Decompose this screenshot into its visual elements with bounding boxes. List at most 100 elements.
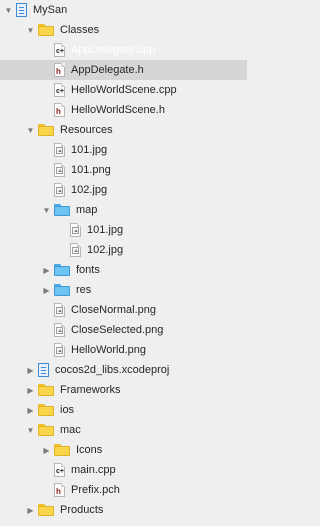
navigator-item-label: 101.jpg (71, 144, 108, 156)
cpp-file-icon: c+ (54, 43, 65, 57)
navigator-row[interactable]: ▼ map (0, 200, 247, 220)
image-file-icon (54, 143, 65, 157)
navigator-item-label: AppDelegate.cpp (71, 44, 156, 56)
navigator-row[interactable]: ▶ cocos2d_libs.xcodeproj (0, 360, 247, 380)
navigator-row[interactable]: CloseSelected.png (0, 320, 247, 340)
navigator-row[interactable]: 102.jpg (0, 240, 247, 260)
disclosure-collapsed-icon[interactable]: ▶ (42, 266, 51, 275)
navigator-row[interactable]: h Prefix.pch (0, 480, 247, 500)
navigator-item-label: Frameworks (60, 384, 121, 396)
yellow-folder-icon (38, 24, 54, 36)
navigator-item-label: Prefix.pch (71, 484, 120, 496)
navigator-item-label: fonts (76, 264, 100, 276)
navigator-item-label: AppDelegate.h (71, 64, 144, 76)
disclosure-expanded-icon[interactable]: ▼ (4, 6, 13, 15)
yellow-folder-icon (54, 444, 70, 456)
yellow-folder-icon (38, 124, 54, 136)
navigator-item-label: Products (60, 504, 104, 516)
navigator-item-label: MySan (33, 4, 68, 16)
navigator-item-label: mac (60, 424, 81, 436)
project-navigator: ▼ MySan ▼ Classes c+ AppDelegate.cpp h AppDeleg… (0, 0, 247, 526)
blue-folder-icon (54, 284, 70, 296)
navigator-row[interactable]: h HelloWorldScene.h (0, 100, 247, 120)
header-file-icon: h (54, 103, 65, 117)
disclosure-collapsed-icon[interactable]: ▶ (26, 506, 35, 515)
navigator-item-label: 102.jpg (87, 244, 124, 256)
navigator-row[interactable]: HelloWorld.png (0, 340, 247, 360)
image-file-icon (54, 163, 65, 177)
navigator-row[interactable]: ▼ MySan (0, 0, 247, 20)
xcode-project-icon (16, 3, 27, 17)
navigator-item-label: map (76, 204, 98, 216)
navigator-row[interactable]: 101.jpg (0, 220, 247, 240)
navigator-row[interactable]: CloseNormal.png (0, 300, 247, 320)
navigator-item-label: 102.jpg (71, 184, 108, 196)
navigator-row[interactable]: c+ HelloWorldScene.cpp (0, 80, 247, 100)
navigator-row[interactable]: 101.jpg (0, 140, 247, 160)
navigator-row[interactable]: 101.png (0, 160, 247, 180)
navigator-item-label: res (76, 284, 92, 296)
navigator-item-label: HelloWorldScene.cpp (71, 84, 177, 96)
disclosure-collapsed-icon[interactable]: ▶ (26, 386, 35, 395)
navigator-row[interactable]: ▶ Products (0, 500, 247, 520)
image-file-icon (54, 303, 65, 317)
navigator-item-label: CloseSelected.png (71, 324, 164, 336)
image-file-icon (54, 343, 65, 357)
navigator-item-label: Resources (60, 124, 113, 136)
disclosure-collapsed-icon[interactable]: ▶ (26, 366, 35, 375)
navigator-item-label: ios (60, 404, 75, 416)
navigator-item-label: Classes (60, 24, 100, 36)
image-file-icon (54, 323, 65, 337)
disclosure-expanded-icon[interactable]: ▼ (26, 426, 35, 435)
blue-folder-icon (54, 264, 70, 276)
disclosure-collapsed-icon[interactable]: ▶ (42, 446, 51, 455)
navigator-item-label: CloseNormal.png (71, 304, 156, 316)
disclosure-expanded-icon[interactable]: ▼ (42, 206, 51, 215)
yellow-folder-icon (38, 504, 54, 516)
yellow-folder-icon (38, 384, 54, 396)
image-file-icon (70, 223, 81, 237)
disclosure-expanded-icon[interactable]: ▼ (26, 26, 35, 35)
xcode-project-icon (38, 363, 49, 377)
cpp-file-icon: c+ (54, 463, 65, 477)
navigator-row[interactable]: ▶ Frameworks (0, 380, 247, 400)
navigator-item-label: main.cpp (71, 464, 116, 476)
navigator-item-label: cocos2d_libs.xcodeproj (55, 364, 170, 376)
navigator-item-label: 101.jpg (87, 224, 124, 236)
navigator-row[interactable]: ▶ Icons (0, 440, 247, 460)
navigator-row[interactable]: ▼ mac (0, 420, 247, 440)
navigator-row[interactable]: ▶ res (0, 280, 247, 300)
navigator-item-label: 101.png (71, 164, 111, 176)
disclosure-collapsed-icon[interactable]: ▶ (26, 406, 35, 415)
navigator-item-label: Icons (76, 444, 103, 456)
header-file-icon: h (54, 63, 65, 77)
blue-folder-icon (54, 204, 70, 216)
image-file-icon (54, 183, 65, 197)
cpp-file-icon: c+ (54, 83, 65, 97)
navigator-row[interactable]: ▼ Resources (0, 120, 247, 140)
navigator-row[interactable]: c+ AppDelegate.cpp (0, 40, 247, 60)
navigator-row[interactable]: ▶ ios (0, 400, 247, 420)
navigator-row[interactable]: 102.jpg (0, 180, 247, 200)
navigator-row[interactable]: c+ main.cpp (0, 460, 247, 480)
disclosure-collapsed-icon[interactable]: ▶ (42, 286, 51, 295)
disclosure-expanded-icon[interactable]: ▼ (26, 126, 35, 135)
navigator-row[interactable]: h AppDelegate.h (0, 60, 247, 80)
navigator-row[interactable]: ▶ fonts (0, 260, 247, 280)
yellow-folder-icon (38, 404, 54, 416)
navigator-row[interactable]: ▼ Classes (0, 20, 247, 40)
